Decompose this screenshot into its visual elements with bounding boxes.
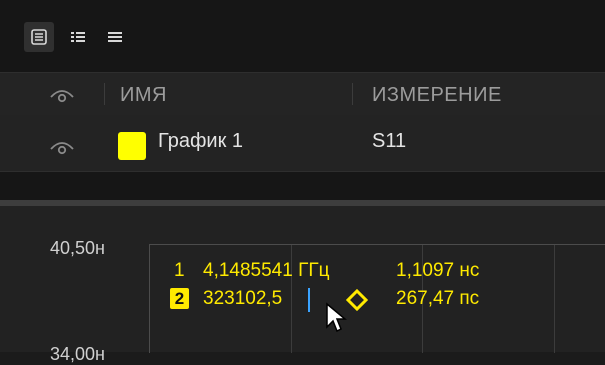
two-column-view-button[interactable] <box>63 22 93 52</box>
marker-1-value: 1,1097 нс <box>396 260 480 281</box>
grid-line <box>554 245 555 353</box>
trace-row[interactable]: График 1 S11 <box>0 115 605 172</box>
chart-area: 40,50н 34,00н 1 4,1485541 ГГц 1,1097 нс … <box>0 206 605 364</box>
marker-1-frequency[interactable]: 4,1485541 ГГц <box>203 260 330 282</box>
table-header: ИМЯ ИЗМЕРЕНИЕ <box>0 72 605 116</box>
two-column-list-icon <box>71 32 85 42</box>
lines-list-icon <box>108 32 122 42</box>
trace-color-swatch[interactable] <box>118 132 146 160</box>
lines-view-button[interactable] <box>100 22 130 52</box>
marker-2-frequency-input[interactable]: 323102,5 <box>203 288 282 310</box>
view-toolbar <box>0 0 605 62</box>
marker-2-badge[interactable]: 2 <box>170 288 189 309</box>
marker-1-index: 1 <box>174 260 185 281</box>
traces-panel: ИМЯ ИЗМЕРЕНИЕ График 1 S11 <box>0 0 605 200</box>
marker-diamond-icon[interactable] <box>346 289 368 311</box>
text-caret <box>308 288 310 312</box>
list-boxed-view-button[interactable] <box>24 22 54 52</box>
column-header-measurement[interactable]: ИЗМЕРЕНИЕ <box>372 84 502 107</box>
column-separator[interactable] <box>104 83 105 105</box>
column-separator[interactable] <box>352 83 353 105</box>
column-header-name[interactable]: ИМЯ <box>120 84 167 107</box>
marker-2-value: 267,47 пс <box>396 288 480 309</box>
y-tick-label: 40,50н <box>50 238 105 258</box>
trace-measurement[interactable]: S11 <box>372 130 406 153</box>
eye-icon[interactable] <box>49 137 75 155</box>
eye-icon[interactable] <box>49 85 75 103</box>
trace-name[interactable]: График 1 <box>158 130 243 153</box>
y-tick-label: 34,00н <box>50 344 105 364</box>
list-boxed-icon <box>31 29 47 45</box>
mouse-cursor-icon <box>326 302 347 333</box>
